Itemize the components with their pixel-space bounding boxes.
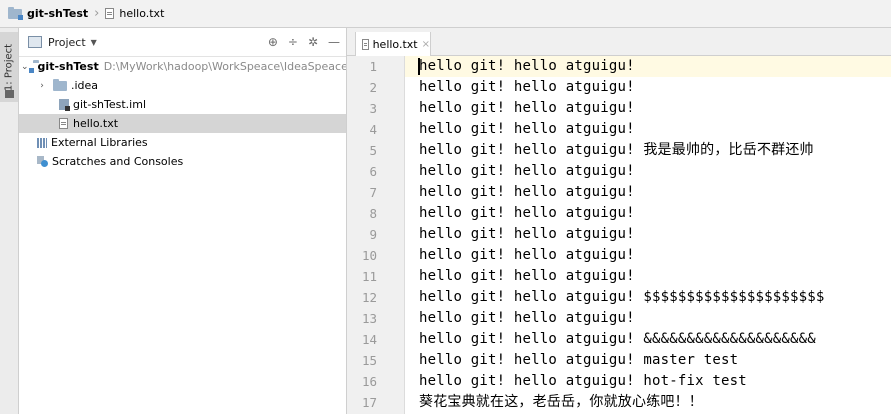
- line-number: 5: [369, 143, 377, 158]
- line-number: 17: [361, 395, 377, 410]
- project-panel: Project ▼ ⊕ ÷ ✲ — ⌄ git-shTest D:\MyWork…: [19, 28, 347, 414]
- chevron-right-icon[interactable]: ›: [37, 81, 47, 91]
- code-line[interactable]: hello git! hello atguigu!: [419, 56, 635, 77]
- line-number: 9: [369, 227, 377, 242]
- tree-item-label: hello.txt: [73, 117, 119, 130]
- editor-tab-bar: hello.txt ×: [347, 28, 891, 56]
- line-number-gutter: 1 2 3 4 5 6 7 8 9 10 11 12 13 14 15 16 1…: [347, 56, 405, 414]
- code-line[interactable]: hello git! hello atguigu!: [419, 224, 635, 245]
- code-editor[interactable]: 1 2 3 4 5 6 7 8 9 10 11 12 13 14 15 16 1…: [347, 56, 891, 414]
- tab-label: hello.txt: [372, 37, 418, 51]
- tree-item-iml[interactable]: git-shTest.iml: [19, 95, 346, 114]
- code-line[interactable]: hello git! hello atguigu!: [419, 77, 635, 98]
- module-folder-icon: [8, 6, 23, 20]
- module-file-icon: [59, 99, 70, 111]
- line-number: 7: [369, 185, 377, 200]
- line-number: 1: [369, 59, 377, 74]
- breadcrumb-separator: ›: [94, 6, 100, 21]
- breadcrumb-file[interactable]: hello.txt: [105, 7, 164, 20]
- line-number: 12: [361, 290, 377, 305]
- code-line[interactable]: hello git! hello atguigu! master test: [419, 350, 738, 371]
- line-number: 4: [369, 122, 377, 137]
- code-line[interactable]: hello git! hello atguigu!: [419, 98, 635, 119]
- chevron-down-icon[interactable]: ⌄: [21, 62, 29, 72]
- minimize-icon[interactable]: —: [328, 35, 340, 49]
- text-file-icon: [59, 118, 68, 129]
- tool-window-strip: 1: Project: [0, 28, 19, 414]
- folder-icon: [53, 78, 67, 91]
- code-line[interactable]: hello git! hello atguigu!: [419, 266, 635, 287]
- code-line[interactable]: hello git! hello atguigu!: [419, 119, 635, 140]
- project-view-selector[interactable]: Project: [48, 36, 86, 49]
- tree-item-idea[interactable]: › .idea: [19, 76, 346, 95]
- line-number: 2: [369, 80, 377, 95]
- navigation-bar: git-shTest › hello.txt: [0, 0, 891, 28]
- code-line[interactable]: hello git! hello atguigu!: [419, 203, 635, 224]
- line-number: 10: [361, 248, 377, 263]
- code-line[interactable]: 葵花宝典就在这，老岳岳，你就放心练吧！！: [419, 392, 703, 413]
- line-number: 16: [361, 374, 377, 389]
- tree-item-external-libraries[interactable]: External Libraries: [19, 133, 346, 152]
- line-number: 15: [361, 353, 377, 368]
- code-line[interactable]: hello git! hello atguigu! &&&&&&&&&&&&&&…: [419, 329, 816, 350]
- tree-item-label: git-shTest.iml: [73, 98, 147, 111]
- line-number: 3: [369, 101, 377, 116]
- line-number: 14: [361, 332, 377, 347]
- code-line[interactable]: hello git! hello atguigu!: [419, 161, 635, 182]
- locate-icon[interactable]: ⊕: [268, 35, 278, 49]
- collapse-all-icon[interactable]: ÷: [288, 35, 298, 49]
- code-line[interactable]: hello git! hello atguigu! $$$$$$$$$$$$$$…: [419, 287, 825, 308]
- code-line[interactable]: hello git! hello atguigu! 我是最帅的，比岳不群还帅: [419, 140, 814, 161]
- code-line[interactable]: hello git! hello atguigu! hot-fix test: [419, 371, 747, 392]
- library-icon: [37, 137, 47, 148]
- tree-root[interactable]: ⌄ git-shTest D:\MyWork\hadoop\WorkSpeace…: [19, 57, 346, 76]
- close-icon[interactable]: ×: [422, 39, 430, 50]
- chevron-down-icon[interactable]: ▼: [91, 38, 97, 47]
- tree-root-name: git-shTest: [37, 60, 99, 73]
- breadcrumb-file-label: hello.txt: [119, 7, 165, 20]
- line-number: 11: [361, 269, 377, 284]
- tree-item-label: .idea: [71, 79, 99, 92]
- line-number: 8: [369, 206, 377, 221]
- text-file-icon: [362, 38, 369, 50]
- tree-item-label: Scratches and Consoles: [52, 155, 184, 168]
- line-number: 13: [361, 311, 377, 326]
- project-panel-header: Project ▼ ⊕ ÷ ✲ —: [19, 28, 346, 57]
- code-line[interactable]: hello git! hello atguigu!: [419, 182, 635, 203]
- tree-item-scratches[interactable]: Scratches and Consoles: [19, 152, 346, 171]
- breadcrumb-project-label: git-shTest: [27, 7, 89, 20]
- scratches-icon: [37, 156, 48, 167]
- tree-root-path: D:\MyWork\hadoop\WorkSpeace\IdeaSpeace: [103, 60, 347, 73]
- code-line[interactable]: hello git! hello atguigu!: [419, 308, 635, 329]
- project-tree: ⌄ git-shTest D:\MyWork\hadoop\WorkSpeace…: [19, 57, 346, 171]
- breadcrumb-project[interactable]: git-shTest: [8, 6, 89, 20]
- tree-item-label: External Libraries: [51, 136, 148, 149]
- project-tool-tab[interactable]: 1: Project: [0, 32, 18, 102]
- tree-item-hello-txt[interactable]: hello.txt: [19, 114, 346, 133]
- project-view-icon: [28, 36, 42, 48]
- gear-icon[interactable]: ✲: [308, 35, 318, 49]
- folder-icon: [5, 90, 14, 98]
- tab-hello-txt[interactable]: hello.txt ×: [355, 32, 431, 56]
- line-number: 6: [369, 164, 377, 179]
- code-line[interactable]: hello git! hello atguigu!: [419, 245, 635, 266]
- text-file-icon: [105, 8, 115, 19]
